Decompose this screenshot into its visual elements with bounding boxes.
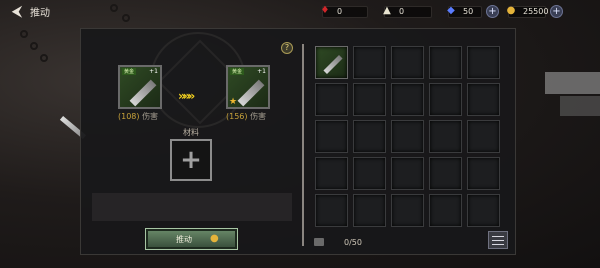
ore-icon: ▲ [383, 4, 391, 16]
inventory-slot[interactable] [467, 46, 500, 79]
help-button[interactable]: ? [281, 42, 293, 54]
capacity-value: 0/50 [344, 237, 362, 247]
item-stat-label: 伤害 [250, 112, 267, 121]
chain-link [40, 54, 48, 62]
inventory-slot[interactable] [467, 83, 500, 116]
inventory-slot[interactable] [391, 157, 424, 190]
inventory-slot[interactable] [315, 83, 348, 116]
item-rarity-tag: 黄金 [230, 68, 245, 75]
source-item-stat: (108) 伤害 [118, 111, 158, 122]
upgrade-arrow-icon: »»» [178, 89, 195, 103]
add-gold-button[interactable]: + [550, 5, 563, 18]
background-side-panel [545, 72, 600, 94]
back-arrow-icon: ⮜ [11, 2, 23, 20]
currency-blood: ♦ 0 [321, 5, 368, 18]
inventory-slot[interactable] [353, 83, 386, 116]
material-label: 材料 [183, 128, 199, 137]
inventory-slot[interactable] [353, 46, 386, 79]
gold-coin-icon: ● [506, 4, 516, 16]
inventory-slot[interactable] [429, 120, 462, 153]
background-side-panel [560, 96, 600, 116]
item-power: (108) [118, 112, 140, 121]
chain-link [20, 30, 28, 38]
inventory-slot[interactable] [315, 194, 348, 227]
source-item-slot[interactable]: 黄金 +1 [118, 65, 162, 109]
inventory-slot[interactable] [391, 120, 424, 153]
target-item-slot[interactable]: 黄金 +1 ★ [226, 65, 270, 109]
inventory-slot[interactable] [315, 120, 348, 153]
info-strip [92, 193, 292, 221]
inventory-slot[interactable] [429, 83, 462, 116]
currency-gold: ● 25500 [507, 5, 548, 18]
inventory-slot[interactable] [353, 157, 386, 190]
inventory-slot[interactable] [467, 120, 500, 153]
page-title: 推动 [30, 8, 50, 19]
chain-link [30, 42, 38, 50]
inventory-slot[interactable] [391, 194, 424, 227]
inventory-grid [315, 46, 500, 227]
item-stat-label: 伤害 [142, 112, 159, 121]
inventory-slot[interactable] [429, 157, 462, 190]
inventory-slot[interactable] [429, 46, 462, 79]
currency-crystal: ◆ 50 [447, 5, 482, 18]
weapon-icon [237, 79, 265, 107]
inventory-slot[interactable] [315, 157, 348, 190]
inventory-slot[interactable] [391, 46, 424, 79]
promote-button[interactable]: 推动 ● [145, 228, 238, 250]
item-rarity-tag: 黄金 [122, 68, 137, 75]
weapon-icon [129, 79, 157, 107]
panel-divider [302, 44, 304, 246]
currency-ore: ▲ 0 [383, 5, 432, 18]
inventory-capacity: 0/50 [314, 236, 374, 248]
item-level: +1 [257, 68, 266, 75]
inventory-slot[interactable] [467, 194, 500, 227]
top-bar: ⮜ 推动 ♦ 0 ▲ 0 ◆ 50 + ● 25500 + [0, 0, 600, 24]
inventory-slot[interactable] [315, 46, 348, 79]
inventory-slot[interactable] [429, 194, 462, 227]
sort-button[interactable] [488, 231, 508, 249]
gold-coin-icon: ● [210, 233, 219, 244]
inventory-slot[interactable] [353, 120, 386, 153]
star-icon: ★ [229, 97, 238, 107]
item-level: +1 [149, 68, 158, 75]
target-item-stat: (156) 伤害 [226, 111, 266, 122]
weapon-icon [323, 54, 343, 75]
blood-drop-icon: ♦ [320, 4, 330, 16]
inventory-slot[interactable] [353, 194, 386, 227]
promote-button-label: 推动 [176, 235, 192, 244]
bag-icon [314, 238, 324, 246]
plus-icon: + [180, 145, 202, 175]
crystal-icon: ◆ [447, 4, 455, 16]
material-slot[interactable]: + [170, 139, 212, 181]
add-crystal-button[interactable]: + [486, 5, 499, 18]
inventory-slot[interactable] [391, 83, 424, 116]
item-power: (156) [226, 112, 248, 121]
back-button[interactable]: ⮜ [4, 2, 30, 20]
inventory-slot[interactable] [467, 157, 500, 190]
